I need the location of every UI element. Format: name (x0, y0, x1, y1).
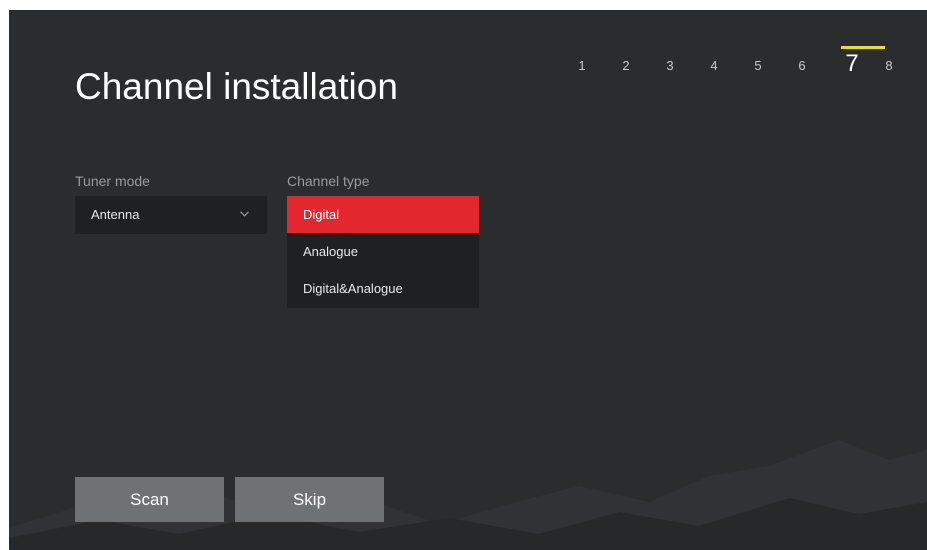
step-7-current: 7 (845, 50, 859, 77)
tuner-mode-dropdown[interactable]: Antenna (75, 196, 267, 234)
step-6: 6 (798, 58, 806, 73)
step-1: 1 (578, 58, 586, 73)
channel-type-option-analogue[interactable]: Analogue (287, 233, 479, 270)
current-step-underline (841, 46, 885, 49)
scan-button[interactable]: Scan (75, 477, 224, 522)
step-5: 5 (754, 58, 762, 73)
tuner-mode-value: Antenna (91, 207, 140, 222)
channel-type-label: Channel type (287, 173, 370, 189)
step-indicator: 1 2 3 4 5 6 7 8 (569, 40, 909, 90)
chevron-down-icon (240, 211, 249, 217)
tv-screen: Channel installation 1 2 3 4 5 6 7 8 Tun… (9, 10, 927, 550)
channel-type-option-digital[interactable]: Digital (287, 196, 479, 233)
step-3: 3 (666, 58, 674, 73)
tuner-mode-label: Tuner mode (75, 173, 150, 189)
step-4: 4 (710, 58, 718, 73)
skip-button[interactable]: Skip (235, 477, 384, 522)
page-title: Channel installation (75, 66, 398, 107)
step-2: 2 (622, 58, 630, 73)
channel-type-list: Digital Analogue Digital&Analogue (287, 196, 479, 308)
step-8: 8 (885, 58, 893, 73)
channel-type-option-digital-analogue[interactable]: Digital&Analogue (287, 270, 479, 307)
